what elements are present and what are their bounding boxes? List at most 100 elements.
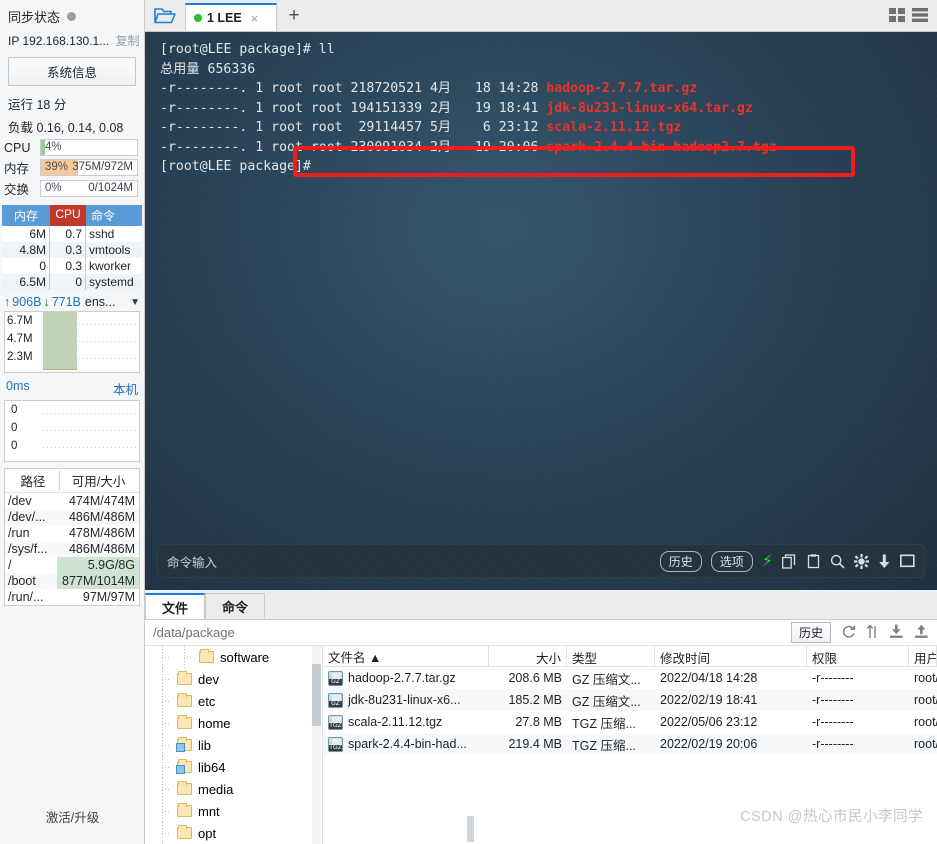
file-history-button[interactable]: 历史 <box>790 622 831 643</box>
disk-row[interactable]: /sys/f... 486M/486M <box>5 541 139 557</box>
folder-icon <box>177 781 192 795</box>
file-row[interactable]: TGZ spark-2.4.4-bin-had... 219.4 MB TGZ 压缩.… <box>323 733 937 755</box>
system-info-button[interactable]: 系统信息 <box>8 57 136 86</box>
close-icon[interactable]: × <box>251 11 259 26</box>
tree-guide <box>155 646 171 668</box>
tree-item-home[interactable]: home <box>145 712 322 734</box>
session-tab-lee[interactable]: 1 LEE × <box>185 3 277 31</box>
tree-item-media[interactable]: media <box>145 778 322 800</box>
disk-row[interactable]: /dev 474M/474M <box>5 493 139 509</box>
download-icon[interactable] <box>889 624 904 642</box>
file-row[interactable]: TGZ scala-2.11.12.tgz 27.8 MB TGZ 压缩... 2022… <box>323 711 937 733</box>
process-row[interactable]: 0 0.3 kworker <box>2 258 142 274</box>
process-row[interactable]: 4.8M 0.3 vmtools <box>2 242 142 258</box>
tree-item-dev[interactable]: dev <box>145 668 322 690</box>
current-path[interactable]: /data/package <box>153 625 235 640</box>
process-row[interactable]: 6M 0.7 sshd <box>2 226 142 242</box>
disk-row[interactable]: /run 478M/486M <box>5 525 139 541</box>
meter-bar: 39% 375M/972M <box>40 159 138 176</box>
meter-bar: 0% 0/1024M <box>40 180 138 197</box>
command-input[interactable]: 命令输入 <box>167 552 217 571</box>
folder-icon <box>177 803 192 817</box>
path-bar[interactable]: /data/package 历史 <box>145 620 937 646</box>
disk-row[interactable]: /run/... 97M/97M <box>5 589 139 605</box>
sync-status-row: 同步状态 <box>0 0 144 30</box>
file-col-2[interactable]: 类型 <box>567 646 655 666</box>
gear-icon[interactable] <box>854 553 869 569</box>
refresh-icon[interactable] <box>841 624 856 642</box>
sort-icon[interactable] <box>866 623 879 642</box>
file-name: scala-2.11.12.tgz <box>348 715 443 729</box>
terminal-line-text: -r--------. 1 root root 218720521 4月 18 … <box>160 81 547 96</box>
file-browser-panel: 文件 命令 /data/package 历史 software dev etc … <box>145 592 937 844</box>
file-panel-tab-命令[interactable]: 命令 <box>205 593 266 619</box>
window-icon[interactable] <box>900 554 915 568</box>
file-col-1[interactable]: 大小 <box>489 646 567 666</box>
new-tab-button[interactable]: + <box>277 1 311 31</box>
open-folder-icon[interactable] <box>145 0 185 31</box>
disk-size: 5.9G/8G <box>57 557 139 573</box>
list-view-icon[interactable] <box>912 8 929 27</box>
tree-item-label: software <box>220 649 270 665</box>
tree-item-label: opt <box>198 825 217 841</box>
disk-row[interactable]: /boot 877M/1014M <box>5 573 139 589</box>
download-icon[interactable] <box>878 554 891 569</box>
disk-row[interactable]: / 5.9G/8G <box>5 557 139 573</box>
bolt-icon[interactable]: ⚡ <box>762 551 773 571</box>
process-mem: 6.5M <box>2 274 50 290</box>
tree-item-lib[interactable]: lib <box>145 734 322 756</box>
tree-guide <box>155 668 171 690</box>
file-col-0[interactable]: 文件名 ▲ <box>323 646 489 666</box>
terminal-line: 总用量 656336 <box>160 60 929 80</box>
grid-view-icon[interactable] <box>889 8 906 27</box>
terminal-history-button[interactable]: 历史 <box>659 550 702 572</box>
process-col-mem[interactable]: 内存 <box>2 205 50 226</box>
tree-guide <box>155 756 171 778</box>
file-col-5[interactable]: 用户/用户组 <box>909 646 937 666</box>
file-row[interactable]: GZ jdk-8u231-linux-x6... 185.2 MB GZ 压缩文...… <box>323 689 937 711</box>
terminal-filename: spark-2.4.4-bin-hadoop2.7.tgz <box>546 139 777 155</box>
process-col-cpu[interactable]: CPU <box>50 205 86 226</box>
folder-icon <box>177 693 192 707</box>
terminal-options-button[interactable]: 选项 <box>710 550 753 572</box>
terminal-view[interactable]: [root@LEE package]# ll 总用量 656336 -r------… <box>145 32 937 590</box>
meter-percent: 39% <box>45 161 69 173</box>
file-permissions: -r-------- <box>812 693 854 707</box>
copy-ip-button[interactable]: 复制 <box>116 34 140 48</box>
tab-status-dot-icon <box>194 14 202 22</box>
file-list-hscrollbar[interactable] <box>467 816 474 842</box>
process-cpu: 0.3 <box>50 258 86 274</box>
process-col-cmd[interactable]: 命令 <box>86 205 142 226</box>
search-icon[interactable] <box>830 554 845 569</box>
tree-scrollbar-thumb[interactable] <box>312 664 321 726</box>
file-panel-tab-文件[interactable]: 文件 <box>145 593 206 619</box>
tree-item-etc[interactable]: etc <box>145 690 322 712</box>
process-row[interactable]: 6.5M 0 systemd <box>2 274 142 290</box>
tree-item-opt[interactable]: opt <box>145 822 322 844</box>
disk-path: /run/... <box>8 590 44 604</box>
file-col-3[interactable]: 修改时间 <box>655 646 807 666</box>
sync-status-dot-icon <box>67 12 77 21</box>
activate-upgrade-link[interactable]: 激活/升级 <box>0 807 145 826</box>
tree-item-lib64[interactable]: lib64 <box>145 756 322 778</box>
meter-label: 交换 <box>4 183 30 197</box>
upload-icon[interactable] <box>914 624 929 642</box>
file-row[interactable]: GZ hadoop-2.7.7.tar.gz 208.6 MB GZ 压缩文... 20… <box>323 667 937 689</box>
folder-icon <box>176 737 192 752</box>
disk-path: /sys/f... <box>8 542 48 556</box>
tree-item-mnt[interactable]: mnt <box>145 800 322 822</box>
disk-path: /dev <box>8 494 32 508</box>
copy-icon[interactable] <box>782 553 797 569</box>
command-input-bar[interactable]: 命令输入 历史 选项 ⚡ <box>157 544 925 578</box>
disk-row[interactable]: /dev/... 486M/486M <box>5 509 139 525</box>
paste-icon[interactable] <box>806 553 821 569</box>
file-col-4[interactable]: 权限 <box>807 646 909 666</box>
resource-meters: CPU 4% 内存 39% 375M/972M 交换 0% 0/1024M <box>0 138 144 199</box>
tree-guide <box>155 800 171 822</box>
process-cpu: 0.3 <box>50 242 86 258</box>
meter-value: 0/1024M <box>88 182 133 194</box>
chevron-down-icon[interactable]: ▼ <box>130 297 140 308</box>
latency-target[interactable]: 本机 <box>113 379 138 398</box>
tree-item-software[interactable]: software <box>145 646 322 668</box>
terminal-line-text: -r--------. 1 root root 194151339 2月 19 … <box>160 100 547 116</box>
